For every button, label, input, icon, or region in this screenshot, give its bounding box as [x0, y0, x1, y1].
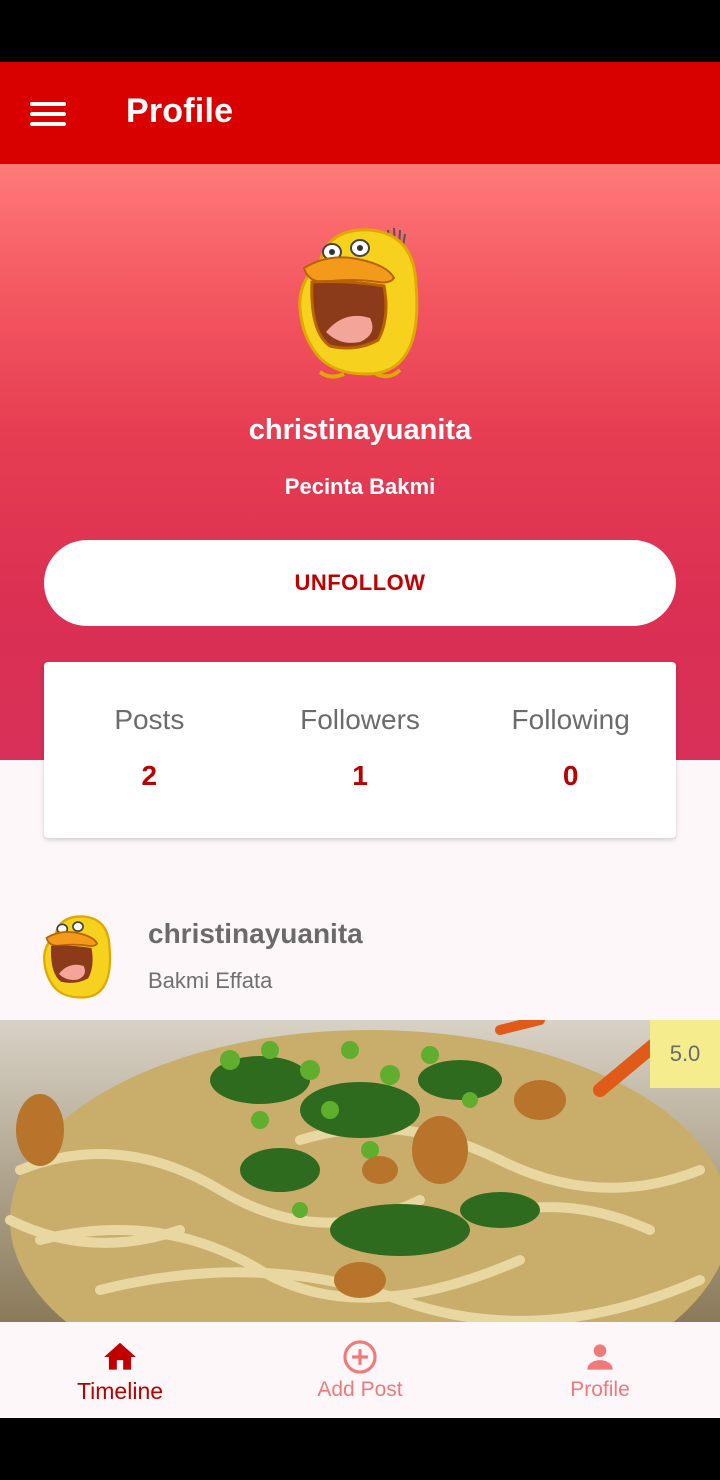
system-navigation-bar: [0, 1418, 720, 1480]
home-icon: [104, 1342, 136, 1370]
stat-label: Followers: [300, 704, 420, 735]
profile-username: christinayuanita: [248, 414, 472, 446]
stat-followers[interactable]: Followers 1: [255, 662, 466, 838]
stat-value: 2: [141, 760, 158, 791]
stat-value: 1: [352, 760, 368, 791]
stat-label: Following: [511, 704, 630, 735]
post-photo[interactable]: 5.0: [0, 1020, 720, 1322]
profile-content[interactable]: christinayuanita Pecinta Bakmi UNFOLLOW …: [0, 164, 720, 1322]
post-author-avatar[interactable]: [38, 912, 118, 1002]
person-icon: [587, 1344, 613, 1370]
hamburger-menu-icon[interactable]: [30, 102, 66, 126]
stat-posts[interactable]: Posts 2: [44, 662, 255, 838]
nav-label: Profile: [570, 1378, 630, 1401]
nav-timeline[interactable]: Timeline: [0, 1322, 240, 1418]
post-author-name[interactable]: christinayuanita: [148, 918, 363, 950]
post-header: christinayuanita Bakmi Effata: [0, 904, 720, 1020]
noodle-photo: [0, 1020, 720, 1322]
nav-add-post[interactable]: Add Post: [240, 1322, 480, 1418]
bottom-navigation: Timeline Add Post Profile: [0, 1322, 720, 1418]
page-title: Profile: [126, 92, 234, 130]
add-circle-icon: [343, 1340, 377, 1374]
stat-value: 0: [562, 760, 579, 791]
rating-badge: 5.0: [650, 1020, 720, 1088]
profile-bio: Pecinta Bakmi: [284, 474, 436, 499]
post-place-name: Bakmi Effata: [148, 968, 273, 993]
status-bar: [0, 0, 720, 62]
unfollow-button[interactable]: UNFOLLOW: [44, 540, 676, 626]
nav-label: Add Post: [317, 1378, 403, 1401]
profile-avatar: [298, 227, 419, 379]
stat-label: Posts: [114, 704, 185, 735]
app-bar: Profile: [0, 62, 720, 164]
stat-following[interactable]: Following 0: [465, 662, 676, 838]
nav-profile[interactable]: Profile: [480, 1322, 720, 1418]
nav-label: Timeline: [76, 1378, 164, 1404]
stats-card: Posts 2 Followers 1 Following 0: [44, 662, 676, 838]
